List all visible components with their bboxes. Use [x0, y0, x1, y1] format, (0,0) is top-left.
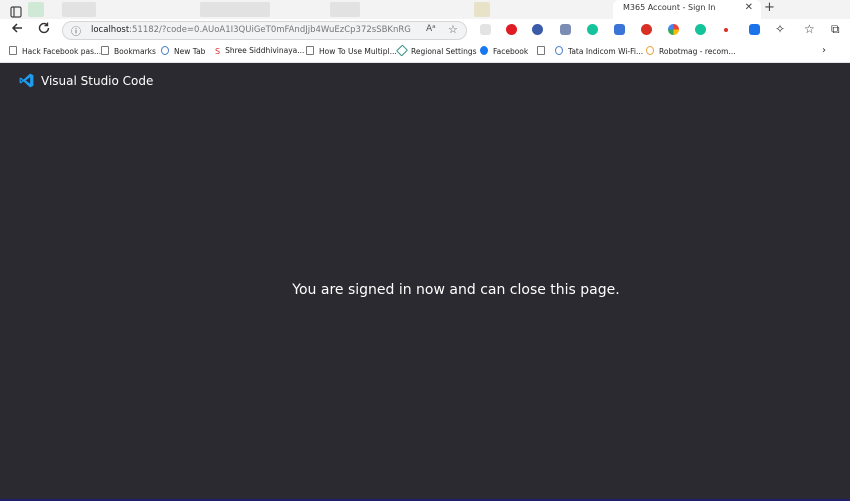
globe-icon	[555, 46, 563, 55]
blurred-tab[interactable]	[28, 2, 44, 17]
extension-icon[interactable]	[641, 24, 652, 35]
bookmark-item[interactable]: S Shree Siddhivinaya...	[215, 46, 304, 56]
tab-strip: M365 Account - Sign In ✕ +	[0, 0, 850, 19]
close-tab-icon[interactable]: ✕	[745, 2, 753, 13]
url-text[interactable]: localhost:51182/?code=0.AUoA1I3QUiGeT0mF…	[91, 25, 411, 35]
bookmark-label: Regional Settings	[411, 47, 477, 56]
tab-title: M365 Account - Sign In	[623, 3, 716, 12]
bookmark-item[interactable]: Bookmarks	[101, 46, 156, 56]
tab-m365-sign-in[interactable]: M365 Account - Sign In ✕	[613, 0, 761, 19]
opera-extension-icon[interactable]	[506, 24, 517, 35]
bookmark-item[interactable]: Regional Settings	[395, 44, 477, 57]
settings-icon	[395, 44, 409, 57]
add-favorite-icon[interactable]: ☆	[448, 23, 458, 36]
browser-toolbar: ⓘ localhost:51182/?code=0.AUoA1I3QUiGeT0…	[0, 19, 850, 43]
url-host: localhost	[91, 25, 130, 35]
url-path: :51182/?code=0.AUoA1I3QUiGeT0mFAndJjb4Wu…	[129, 25, 411, 35]
s-logo-icon: S	[215, 47, 221, 56]
more-bookmarks-button[interactable]: ›	[822, 45, 826, 56]
page-icon	[537, 46, 545, 55]
bookmark-label: Shree Siddhivinaya...	[225, 46, 305, 55]
blurred-tab[interactable]	[200, 2, 270, 17]
bookmark-label: How To Use Multipl...	[319, 47, 397, 56]
bookmark-label: New Tab	[174, 47, 206, 56]
bookmark-item[interactable]: Hack Facebook pas...	[9, 46, 101, 56]
signed-in-message: You are signed in now and can close this…	[292, 282, 620, 298]
vscode-logo-icon	[19, 73, 34, 88]
address-bar[interactable]: ⓘ localhost:51182/?code=0.AUoA1I3QUiGeT0…	[62, 21, 467, 40]
bookmark-item[interactable]: New Tab	[161, 46, 205, 56]
record-extension-icon[interactable]	[724, 28, 728, 32]
search-extension-icon[interactable]	[532, 24, 543, 35]
bookmark-item[interactable]: Robotmag - recom...	[646, 46, 736, 56]
page-content: Visual Studio Code You are signed in now…	[0, 63, 850, 501]
bookmark-item[interactable]: How To Use Multipl...	[306, 46, 397, 56]
blurred-tab[interactable]	[474, 2, 490, 17]
extension-icon[interactable]	[480, 24, 491, 35]
bookmark-item[interactable]	[537, 46, 550, 56]
extension-icon[interactable]	[749, 24, 760, 35]
blurred-tab[interactable]	[62, 2, 96, 17]
bookmark-label: Facebook	[493, 47, 529, 56]
bookmarks-bar: Hack Facebook pas... Bookmarks New Tab S…	[0, 43, 850, 63]
facebook-icon	[480, 46, 488, 55]
brand-name: Visual Studio Code	[41, 74, 154, 88]
page-icon	[9, 46, 17, 55]
read-aloud-icon[interactable]: Aᵃ	[426, 24, 436, 34]
shield-extension-icon[interactable]	[560, 24, 571, 35]
page-icon	[101, 46, 109, 55]
site-info-icon[interactable]: ⓘ	[71, 23, 81, 38]
collections-icon[interactable]: ⧉	[831, 22, 840, 37]
grammarly-extension-icon[interactable]	[587, 24, 598, 35]
blurred-tab[interactable]	[330, 2, 360, 17]
globe-icon	[161, 46, 169, 55]
favorites-icon[interactable]: ☆	[804, 22, 815, 36]
bookmark-label: Hack Facebook pas...	[22, 47, 102, 56]
colorful-extension-icon[interactable]	[668, 24, 679, 35]
bookmark-item[interactable]: Facebook	[480, 46, 528, 56]
extension-icon[interactable]	[614, 24, 625, 35]
grammarly-extension-icon[interactable]	[695, 24, 706, 35]
bookmark-item[interactable]: Tata Indicom Wi-Fi...	[555, 46, 643, 56]
bookmark-label: Robotmag - recom...	[659, 47, 736, 56]
page-icon	[306, 46, 314, 55]
bookmark-label: Bookmarks	[114, 47, 156, 56]
new-tab-button[interactable]: +	[764, 0, 775, 15]
robotmag-icon	[646, 46, 654, 55]
extensions-puzzle-icon[interactable]: ✧	[775, 22, 785, 36]
reload-icon[interactable]	[37, 21, 51, 39]
tab-actions-icon[interactable]	[10, 3, 22, 18]
back-icon[interactable]	[10, 21, 24, 39]
bookmark-label: Tata Indicom Wi-Fi...	[568, 47, 644, 56]
